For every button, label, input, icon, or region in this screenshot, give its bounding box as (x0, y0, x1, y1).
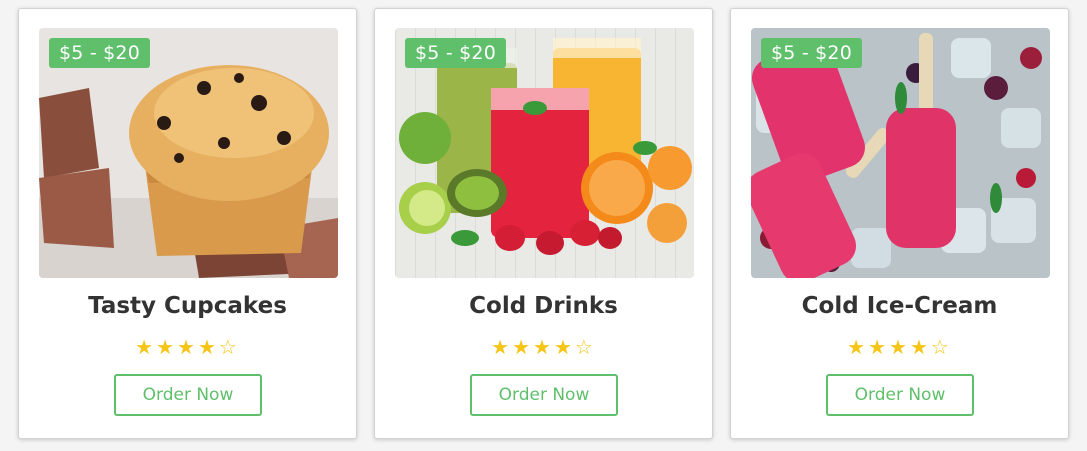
star-filled-icon: ★ (847, 335, 869, 359)
price-badge: $5 - $20 (405, 38, 506, 68)
rating-stars: ★★★★☆ (19, 335, 356, 359)
star-empty-icon: ☆ (218, 335, 240, 359)
icecream-image: $5 - $20 (751, 28, 1050, 278)
star-filled-icon: ★ (135, 335, 157, 359)
star-filled-icon: ★ (909, 335, 931, 359)
star-filled-icon: ★ (553, 335, 575, 359)
star-filled-icon: ★ (491, 335, 513, 359)
product-card-icecream: $5 - $20 Cold Ice-Cream ★★★★☆ Order Now (730, 8, 1069, 439)
card-title: Tasty Cupcakes (88, 293, 287, 319)
price-badge: $5 - $20 (761, 38, 862, 68)
card-title: Cold Drinks (469, 293, 618, 319)
star-empty-icon: ☆ (930, 335, 952, 359)
order-now-button[interactable]: Order Now (470, 374, 618, 416)
cupcake-image: $5 - $20 (39, 28, 338, 278)
star-filled-icon: ★ (177, 335, 198, 359)
order-now-button[interactable]: Order Now (114, 374, 262, 416)
product-card-drinks: $5 - $20 Cold Drinks ★★★★☆ Order Now (374, 8, 713, 439)
star-filled-icon: ★ (868, 335, 890, 359)
star-filled-icon: ★ (197, 335, 219, 359)
rating-stars: ★★★★☆ (375, 335, 712, 359)
star-filled-icon: ★ (889, 335, 910, 359)
product-card-cupcakes: $5 - $20 Tasty Cupcakes ★★★★☆ Order Now (18, 8, 357, 439)
card-title: Cold Ice-Cream (801, 293, 998, 319)
drinks-image: $5 - $20 (395, 28, 694, 278)
star-filled-icon: ★ (156, 335, 178, 359)
star-filled-icon: ★ (533, 335, 554, 359)
star-filled-icon: ★ (512, 335, 534, 359)
order-now-button[interactable]: Order Now (826, 374, 974, 416)
rating-stars: ★★★★☆ (731, 335, 1068, 359)
price-badge: $5 - $20 (49, 38, 150, 68)
star-empty-icon: ☆ (574, 335, 596, 359)
